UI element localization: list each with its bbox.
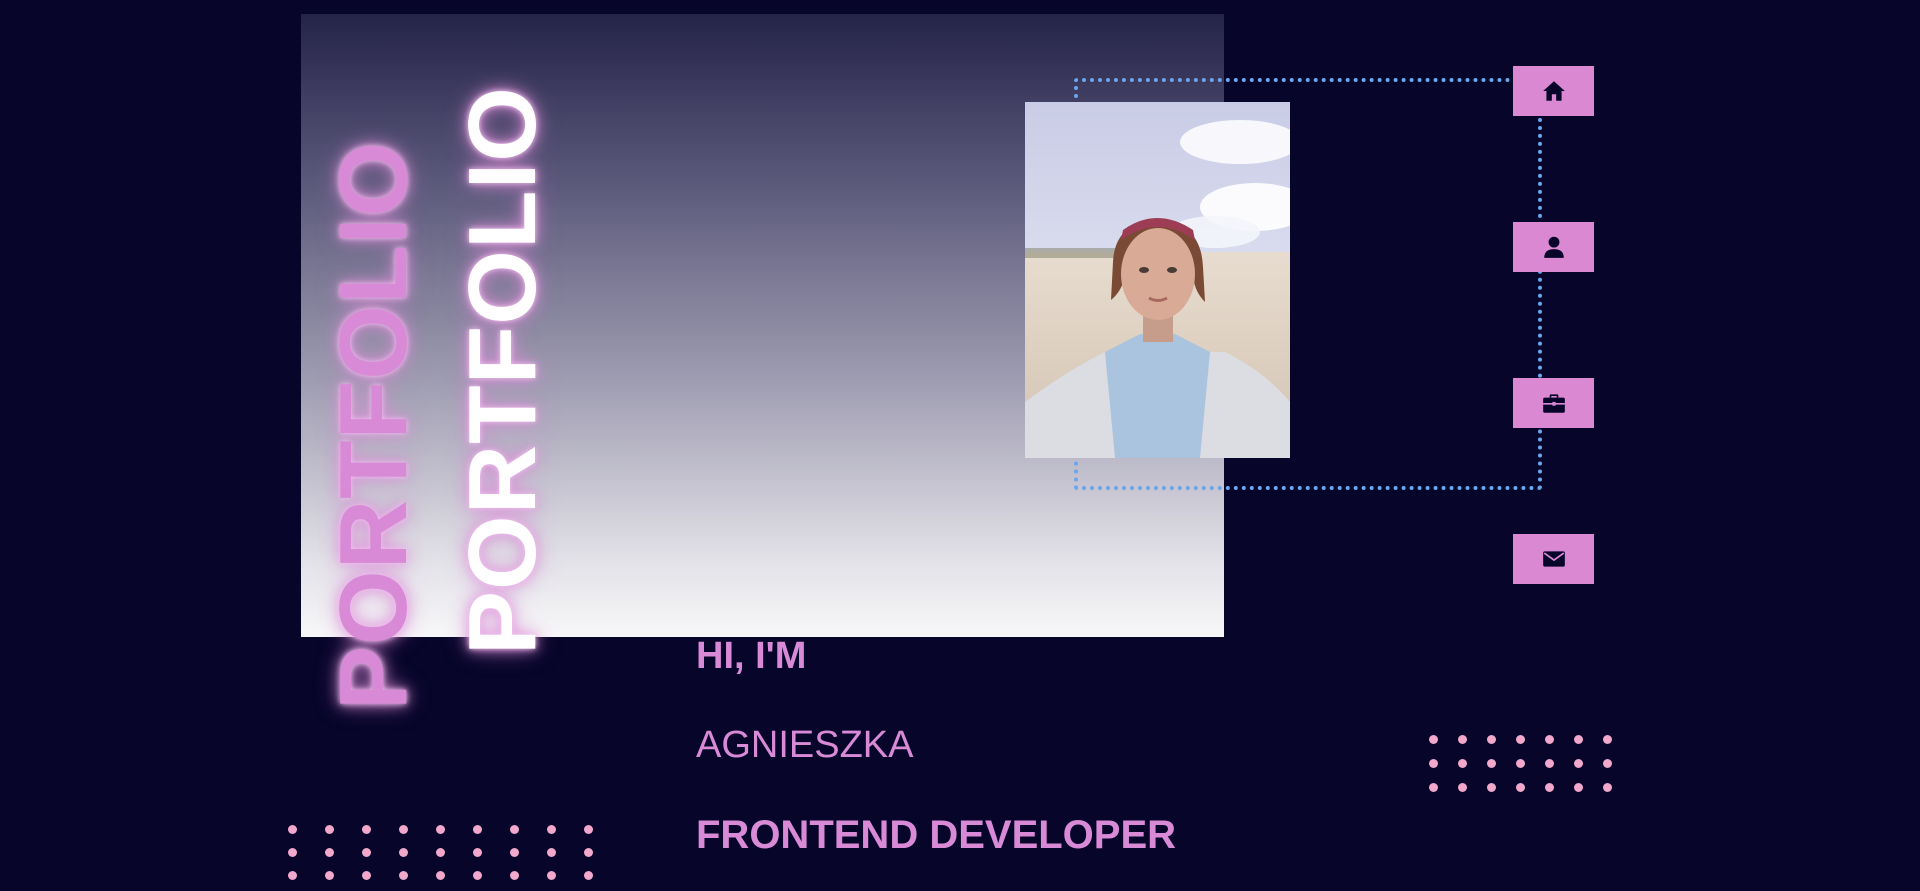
user-icon — [1543, 236, 1564, 258]
profile-photo — [1025, 102, 1290, 458]
home-icon — [1542, 81, 1565, 101]
role-text: FRONTEND DEVELOPER — [696, 813, 1177, 857]
nav-contact-button[interactable] — [1513, 534, 1594, 584]
name-text: AGNIESZKA — [696, 724, 914, 766]
nav-portfolio-button[interactable] — [1513, 378, 1594, 428]
briefcase-icon — [1542, 394, 1565, 413]
decorative-dots-left — [288, 825, 593, 880]
decorative-dots-right — [1429, 735, 1612, 792]
portfolio-title-white: PORTFOLIO — [449, 86, 556, 655]
nav-home-button[interactable] — [1513, 66, 1594, 116]
portfolio-title-pink: PORTFOLIO — [320, 141, 427, 710]
greeting-text: HI, I'M — [696, 635, 807, 677]
nav-about-button[interactable] — [1513, 222, 1594, 272]
envelope-icon — [1542, 551, 1565, 567]
